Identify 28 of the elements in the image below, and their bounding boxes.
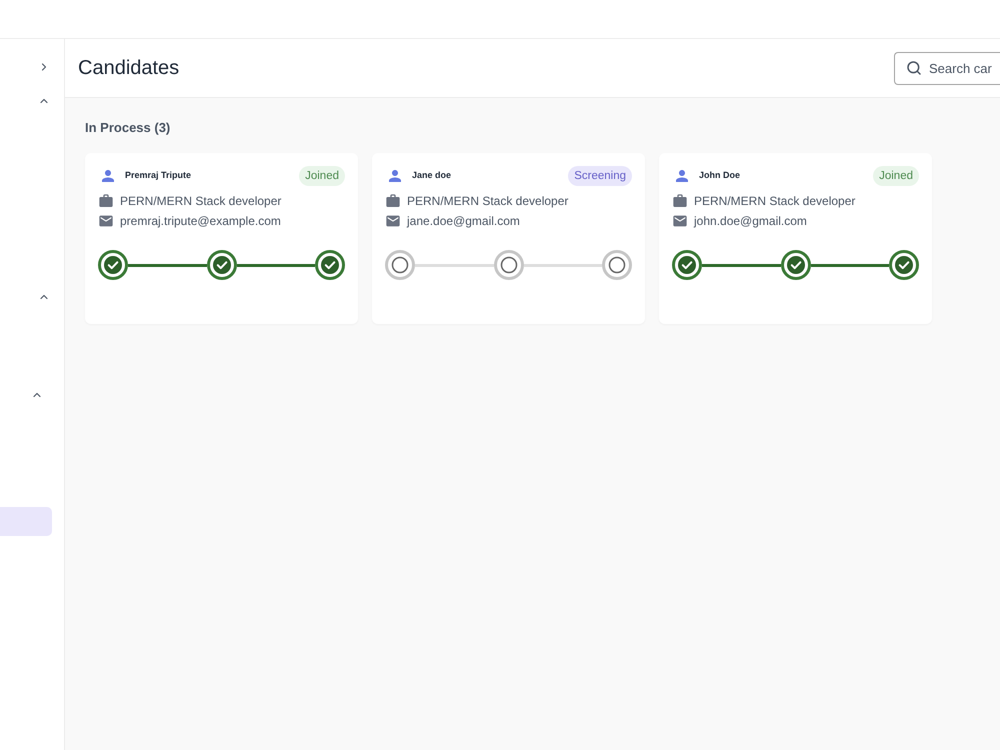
section-title: In Process (3): [85, 119, 172, 137]
page-title: Candidates: [78, 56, 180, 81]
mail-icon: [672, 213, 688, 229]
candidate-name: Jane doe: [412, 169, 452, 182]
candidate-role: PERN/MERN Stack developer: [120, 193, 282, 210]
candidate-email: premraj.tripute@example.com: [120, 213, 281, 230]
status-badge: Joined: [299, 166, 345, 186]
candidate-card[interactable]: Jane doe Screening PERN/MERN Stack developer jane.doe@gmail.com: [372, 153, 645, 324]
briefcase-icon: [672, 193, 688, 209]
briefcase-icon: [385, 193, 401, 209]
person-icon: [386, 167, 404, 185]
person-icon: [673, 167, 691, 185]
mail-icon: [385, 213, 401, 229]
status-badge: Joined: [873, 166, 919, 186]
candidate-name: John Doe: [699, 169, 740, 182]
candidate-card[interactable]: Premraj Tripute Joined PERN/MERN Stack developer premraj.tripute@example.com: [85, 153, 358, 324]
candidate-role: PERN/MERN Stack developer: [694, 193, 856, 210]
mail-icon: [98, 213, 114, 229]
search-field[interactable]: Search car: [894, 52, 1000, 84]
search-icon: [906, 60, 922, 76]
candidate-role: PERN/MERN Stack developer: [407, 193, 568, 210]
person-icon: [99, 167, 117, 185]
status-badge: Screening: [568, 166, 632, 186]
candidate-email: jane.doe@gmail.com: [407, 213, 520, 230]
candidate-name: Premraj Tripute: [125, 169, 192, 182]
candidate-email: john.doe@gmail.com: [694, 213, 807, 230]
briefcase-icon: [98, 193, 114, 209]
candidate-card[interactable]: John Doe Joined PERN/MERN Stack developer john.doe@gmail.com: [659, 153, 932, 324]
